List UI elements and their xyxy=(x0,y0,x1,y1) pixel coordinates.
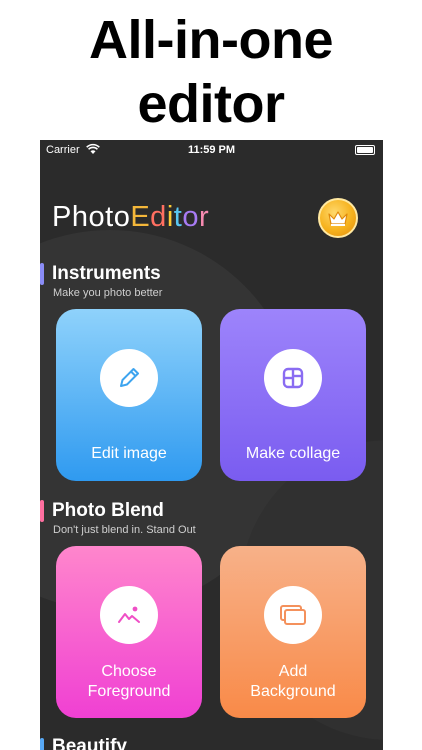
section-title-instruments: Instruments xyxy=(52,263,161,284)
choose-foreground-icon-circle xyxy=(100,586,158,644)
add-background-label-line-1: Add xyxy=(278,663,308,680)
logo-letter: o xyxy=(182,201,199,233)
logo-letter: t xyxy=(173,201,183,233)
pencil-icon xyxy=(120,368,139,387)
logo-letter: E xyxy=(130,201,151,233)
premium-crown-button[interactable] xyxy=(318,198,358,238)
add-background-card[interactable]: Add Background xyxy=(220,546,366,718)
grid-icon xyxy=(282,367,304,389)
headline-line-1: All-in-one xyxy=(89,10,333,70)
make-collage-icon-circle xyxy=(264,349,322,407)
logo-letter: h xyxy=(71,201,89,233)
logo-letter: i xyxy=(166,201,174,233)
edit-image-label: Edit image xyxy=(91,445,167,462)
logo-letter: P xyxy=(52,201,72,233)
phone-screen: Carrier 11:59 PM PhotoEditor Instruments… xyxy=(40,140,383,750)
section-subtitle-photo-blend: Don't just blend in. Stand Out xyxy=(53,524,196,536)
image-icon xyxy=(118,606,140,623)
logo-letter: o xyxy=(88,201,106,233)
choose-foreground-card[interactable]: Choose Foreground xyxy=(56,546,202,718)
add-background-icon-circle xyxy=(264,586,322,644)
layers-icon xyxy=(280,605,306,625)
section-accent-bar xyxy=(40,738,44,750)
headline-line-2: editor xyxy=(137,74,285,134)
choose-foreground-label: Choose Foreground xyxy=(56,662,202,702)
section-title-photo-blend: Photo Blend xyxy=(52,500,164,521)
section-accent-bar xyxy=(40,500,44,522)
choose-foreground-label-line-1: Choose xyxy=(101,663,157,680)
logo-letter: o xyxy=(113,201,131,233)
crown-icon xyxy=(328,211,348,226)
make-collage-label: Make collage xyxy=(245,445,341,462)
app-logo: PhotoEditor xyxy=(52,197,209,237)
section-accent-bar xyxy=(40,263,44,285)
logo-letter: t xyxy=(105,201,114,233)
add-background-label: Add Background xyxy=(220,662,366,702)
add-background-label-line-2: Background xyxy=(250,683,336,700)
section-title-beautify: Beautify xyxy=(52,736,127,750)
edit-image-card[interactable]: Edit image xyxy=(56,309,202,481)
status-bar: Carrier 11:59 PM xyxy=(40,140,383,162)
choose-foreground-label-line-2: Foreground xyxy=(87,683,171,700)
wifi-icon xyxy=(86,143,100,154)
make-collage-card[interactable]: Make collage xyxy=(220,309,366,481)
logo-letter: r xyxy=(198,201,210,233)
section-subtitle-instruments: Make you photo better xyxy=(53,287,163,299)
logo-letter: d xyxy=(150,201,167,233)
carrier-label: Carrier xyxy=(46,144,80,156)
headline: All-in-one editor xyxy=(0,8,422,136)
battery-icon xyxy=(355,145,375,155)
edit-image-icon-circle xyxy=(100,349,158,407)
